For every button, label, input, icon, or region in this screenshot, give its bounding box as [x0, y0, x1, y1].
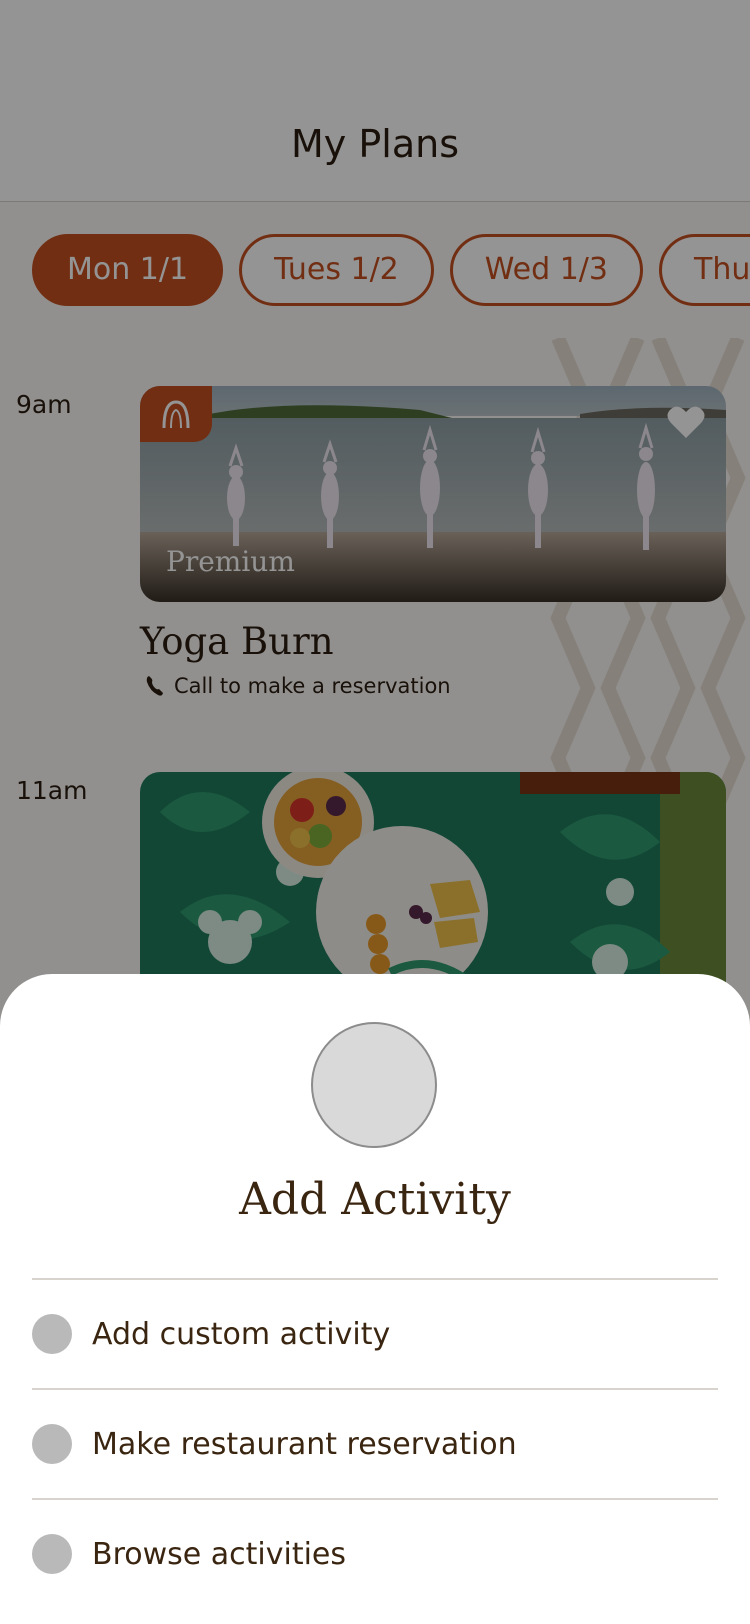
browse-activities-option[interactable]: Browse activities: [32, 1498, 718, 1608]
sheet-options: Add custom activity Make restaurant rese…: [32, 1278, 718, 1608]
option-label: Make restaurant reservation: [92, 1426, 517, 1462]
placeholder-circle-icon: [32, 1314, 72, 1354]
add-activity-sheet: Add Activity Add custom activity Make re…: [0, 974, 750, 1624]
placeholder-circle-icon: [32, 1424, 72, 1464]
sheet-title: Add Activity: [239, 1174, 511, 1225]
option-label: Browse activities: [92, 1536, 347, 1572]
placeholder-circle-icon: [311, 1022, 437, 1148]
placeholder-circle-icon: [32, 1534, 72, 1574]
add-custom-activity-option[interactable]: Add custom activity: [32, 1278, 718, 1388]
option-label: Add custom activity: [92, 1316, 391, 1352]
make-restaurant-reservation-option[interactable]: Make restaurant reservation: [32, 1388, 718, 1498]
